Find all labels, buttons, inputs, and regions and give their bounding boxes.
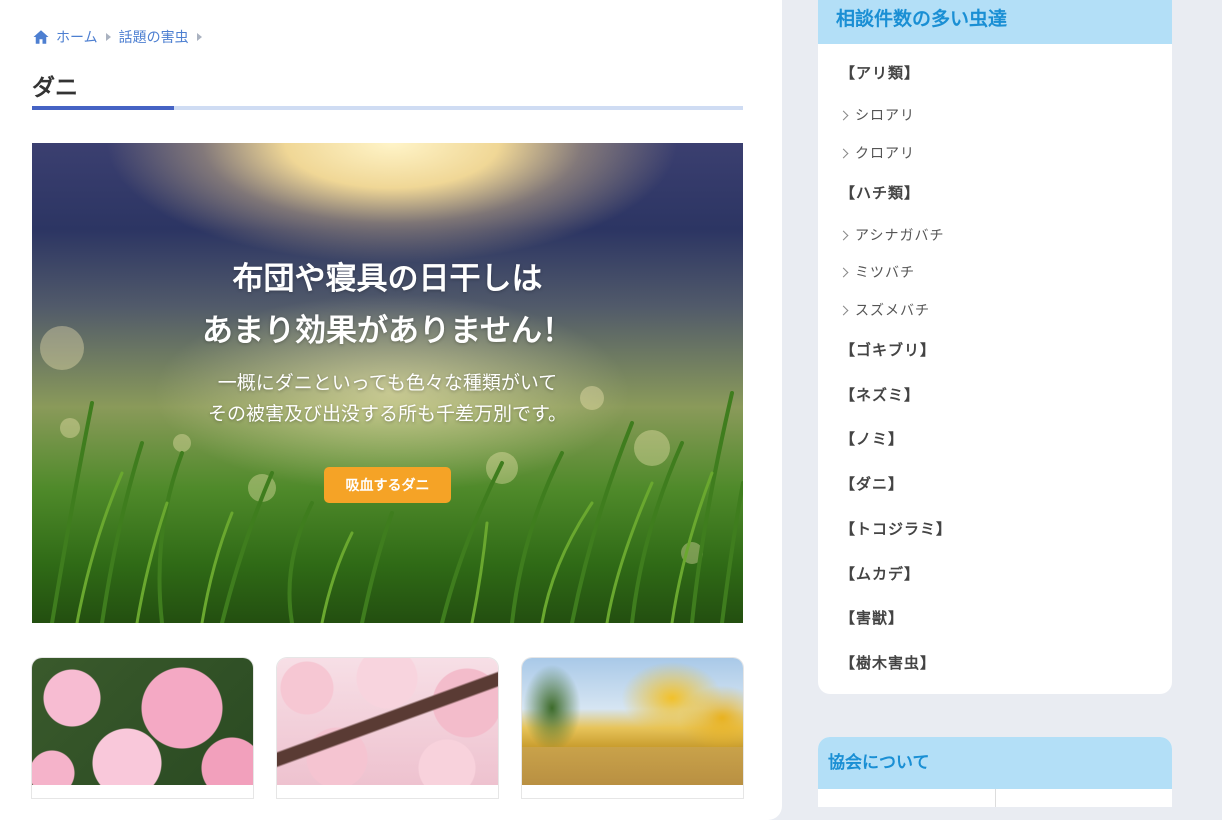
breadcrumb: ホーム 話題の害虫 — [32, 27, 210, 47]
pest-category-link[interactable]: 【トコジラミ】 — [840, 518, 952, 539]
breadcrumb-separator-icon — [196, 33, 202, 41]
hero-subtext-line: 一概にダニといっても色々な種類がいて — [217, 372, 558, 394]
pest-sub-link[interactable]: スズメバチ — [838, 300, 930, 320]
pest-sub-label: シロアリ — [855, 108, 915, 124]
cherry-blossom-image[interactable] — [277, 658, 498, 785]
pest-sub-link[interactable]: アシナガバチ — [838, 225, 945, 245]
hero-cta-button[interactable]: 吸血するダニ — [324, 467, 451, 503]
pest-sub-link[interactable]: シロアリ — [838, 105, 915, 125]
pest-sub-link[interactable]: クロアリ — [838, 143, 915, 163]
hero-subtext: 一概にダニといっても色々な種類がいて その被害及び出没する所も千差万別です。 — [32, 368, 743, 430]
sidebar-widget-title: 相談件数の多い虫達 — [818, 0, 1172, 44]
breadcrumb-category-link[interactable]: 話題の害虫 — [119, 27, 189, 47]
pest-sub-label: ミツバチ — [855, 265, 915, 281]
pest-category-link[interactable]: 【害獣】 — [840, 607, 904, 628]
pest-category-link[interactable]: 【樹木害虫】 — [840, 652, 936, 673]
hero-banner: 布団や寝具の日干しは あまり効果がありません！ 一概にダニといっても色々な種類が… — [32, 143, 743, 623]
chevron-right-icon — [838, 110, 849, 120]
pest-sub-label: スズメバチ — [855, 303, 930, 319]
title-underline — [32, 106, 743, 110]
page-title: ダニ — [32, 75, 78, 101]
ginkgo-trees-image[interactable] — [522, 658, 743, 785]
sidebar-widget-about: 協会について — [818, 737, 1172, 807]
breadcrumb-home-link[interactable]: ホーム — [56, 27, 98, 47]
pest-sub-label: クロアリ — [855, 146, 915, 162]
main-content: ホーム 話題の害虫 ダニ 布団や寝具の日干しは あまり効果がありません！ 一概に… — [0, 0, 782, 820]
about-divider — [995, 789, 996, 807]
hero-subtext-line: その被害及び出没する所も千差万別です。 — [207, 403, 568, 425]
pest-category-link[interactable]: 【ハチ類】 — [840, 182, 920, 203]
chevron-right-icon — [838, 305, 849, 315]
chevron-right-icon — [838, 267, 849, 277]
article-card[interactable] — [277, 658, 498, 798]
pest-category-link[interactable]: 【ムカデ】 — [840, 563, 920, 584]
hero-headline-line: 布団や寝具の日干しは — [232, 261, 543, 297]
pest-category-link[interactable]: 【ノミ】 — [840, 428, 904, 449]
chevron-right-icon — [838, 230, 849, 240]
pest-sub-label: アシナガバチ — [855, 228, 945, 244]
breadcrumb-separator-icon — [105, 33, 111, 41]
pest-category-link[interactable]: 【アリ類】 — [840, 62, 920, 83]
hero-headline: 布団や寝具の日干しは あまり効果がありません！ — [32, 253, 743, 357]
pest-sub-link[interactable]: ミツバチ — [838, 262, 915, 282]
about-widget-title: 協会について — [818, 737, 1172, 789]
sidebar-widget-pests: 相談件数の多い虫達 【アリ類】 シロアリ クロアリ 【ハチ類】 アシナガバチ ミ… — [818, 0, 1172, 694]
article-card[interactable] — [32, 658, 253, 798]
pest-category-link[interactable]: 【ゴキブリ】 — [840, 339, 936, 360]
hero-headline-line: あまり効果がありません！ — [201, 313, 574, 349]
chevron-right-icon — [838, 148, 849, 158]
article-card[interactable] — [522, 658, 743, 798]
pest-category-link[interactable]: 【ダニ】 — [840, 473, 904, 494]
pest-category-link[interactable]: 【ネズミ】 — [840, 384, 920, 405]
home-icon[interactable] — [32, 28, 50, 46]
pink-roses-image[interactable] — [32, 658, 253, 785]
